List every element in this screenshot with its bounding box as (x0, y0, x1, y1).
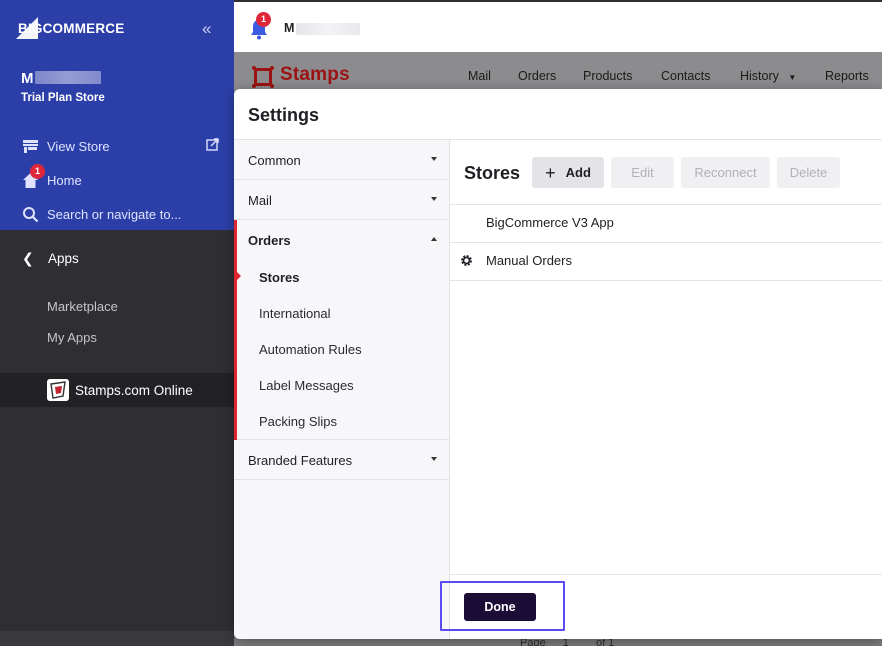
storefront-icon (23, 139, 38, 153)
caret-down-icon (431, 157, 437, 161)
active-app-label: Stamps.com Online (75, 383, 193, 398)
divider (450, 574, 882, 575)
store-name: BigCommerce V3 App (486, 215, 614, 230)
chevron-down-icon: ▼ (788, 73, 797, 82)
stamps-nav-history[interactable]: History ▼ (740, 69, 796, 83)
divider (450, 280, 882, 281)
stamps-nav-products[interactable]: Products (583, 69, 632, 83)
sidebar-item-label: View Store (47, 138, 110, 154)
stamps-nav-reports[interactable]: Reports (825, 69, 869, 83)
search-icon (23, 206, 39, 222)
section-label: Branded Features (248, 453, 353, 468)
plan-label: Trial Plan Store (21, 92, 105, 104)
settings-nav: Common Mail Orders Stores International … (234, 140, 450, 639)
store-name: M (21, 70, 34, 87)
store-row[interactable]: BigCommerce V3 App (450, 204, 882, 242)
sidebar-item-marketplace[interactable]: Marketplace (47, 299, 118, 314)
history-label: History (740, 69, 779, 83)
apps-label: Apps (48, 251, 79, 266)
stamps-nav-orders[interactable]: Orders (518, 69, 556, 83)
nav-item-packing-slips[interactable]: Packing Slips (259, 414, 337, 429)
stamps-nav-contacts[interactable]: Contacts (661, 69, 710, 83)
external-link-icon[interactable] (206, 138, 219, 151)
sidebar-item-my-apps[interactable]: My Apps (47, 330, 97, 345)
notification-count-badge: 1 (256, 12, 271, 27)
add-store-button[interactable]: + Add (532, 157, 604, 188)
caret-up-icon (431, 237, 437, 241)
sidebar-footer (0, 631, 234, 646)
store-name-redacted (35, 71, 101, 84)
section-common[interactable]: Common (234, 140, 449, 180)
nav-item-label-messages[interactable]: Label Messages (259, 378, 354, 393)
nav-item-automation-rules[interactable]: Automation Rules (259, 342, 362, 357)
nav-item-stores[interactable]: Stores (259, 270, 299, 285)
bigcommerce-sidebar: BIGCOMMERCE « M Trial Plan Store View St… (0, 0, 234, 646)
user-name-redacted (296, 23, 360, 35)
section-orders: Orders Stores International Automation R… (234, 220, 449, 440)
reconnect-store-button[interactable]: Reconnect (681, 157, 770, 188)
section-orders-header[interactable]: Orders (234, 220, 449, 260)
chevron-left-icon: ❮ (22, 250, 34, 266)
sidebar-search[interactable]: Search or navigate to... (22, 204, 181, 224)
search-placeholder: Search or navigate to... (47, 206, 182, 222)
section-label: Mail (248, 193, 272, 208)
gear-icon[interactable] (460, 254, 473, 267)
stamps-nav-mail[interactable]: Mail (468, 69, 491, 83)
section-label: Orders (248, 233, 291, 248)
section-label: Common (248, 153, 301, 168)
settings-modal: Settings Common Mail Orders Stores Inter… (234, 89, 882, 639)
edit-store-button[interactable]: Edit (611, 157, 674, 188)
done-button-highlight (440, 581, 565, 631)
plus-icon: + (545, 162, 556, 183)
nav-item-international[interactable]: International (259, 306, 331, 321)
stores-title: Stores (464, 163, 521, 183)
user-name[interactable]: M (284, 21, 294, 35)
brand-name: BIGCOMMERCE (18, 21, 125, 36)
stamps-brand: Stamps (280, 64, 350, 85)
section-mail[interactable]: Mail (234, 180, 449, 220)
section-branded-features[interactable]: Branded Features (234, 440, 449, 480)
sidebar-item-label: Home (47, 172, 82, 188)
add-label: Add (565, 165, 591, 180)
collapse-sidebar-icon[interactable]: « (202, 20, 211, 37)
home-notification-badge: 1 (30, 164, 45, 179)
stamps-app-icon (47, 379, 69, 401)
active-item-pointer (237, 272, 241, 280)
stores-panel: Stores + Add Edit Reconnect Delete BigCo… (450, 140, 882, 575)
sidebar-item-view-store[interactable]: View Store (22, 136, 110, 156)
store-row[interactable]: Manual Orders (450, 242, 882, 280)
modal-title: Settings (248, 105, 320, 125)
caret-down-icon (431, 197, 437, 201)
caret-down-icon (431, 457, 437, 461)
stamps-logo-icon (252, 66, 274, 88)
apps-back-button[interactable]: ❮ Apps (22, 250, 79, 267)
delete-store-button[interactable]: Delete (777, 157, 840, 188)
top-header: 1 M (234, 0, 882, 52)
store-name: Manual Orders (486, 253, 572, 268)
